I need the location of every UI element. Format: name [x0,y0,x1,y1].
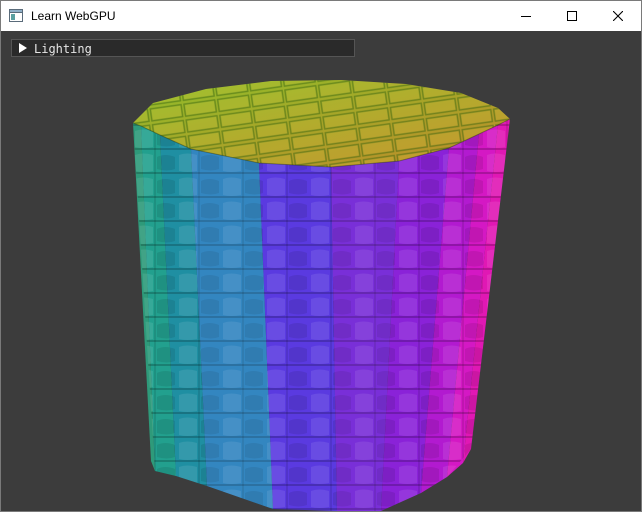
maximize-button[interactable] [549,1,595,31]
window-title: Learn WebGPU [31,9,116,23]
close-icon [613,11,623,21]
minimize-button[interactable] [503,1,549,31]
maximize-icon [567,11,577,21]
render-viewport[interactable]: Lighting [1,31,641,511]
lighting-collapsing-header[interactable]: Lighting [11,39,355,57]
app-window: Learn WebGPU Lighting [0,0,642,512]
lighting-header-label: Lighting [34,42,92,56]
triangle-right-icon [19,43,27,53]
title-bar[interactable]: Learn WebGPU [1,1,641,31]
close-button[interactable] [595,1,641,31]
app-window-icon [9,9,23,22]
minimize-icon [521,16,531,17]
rendered-cylinder [132,80,511,511]
